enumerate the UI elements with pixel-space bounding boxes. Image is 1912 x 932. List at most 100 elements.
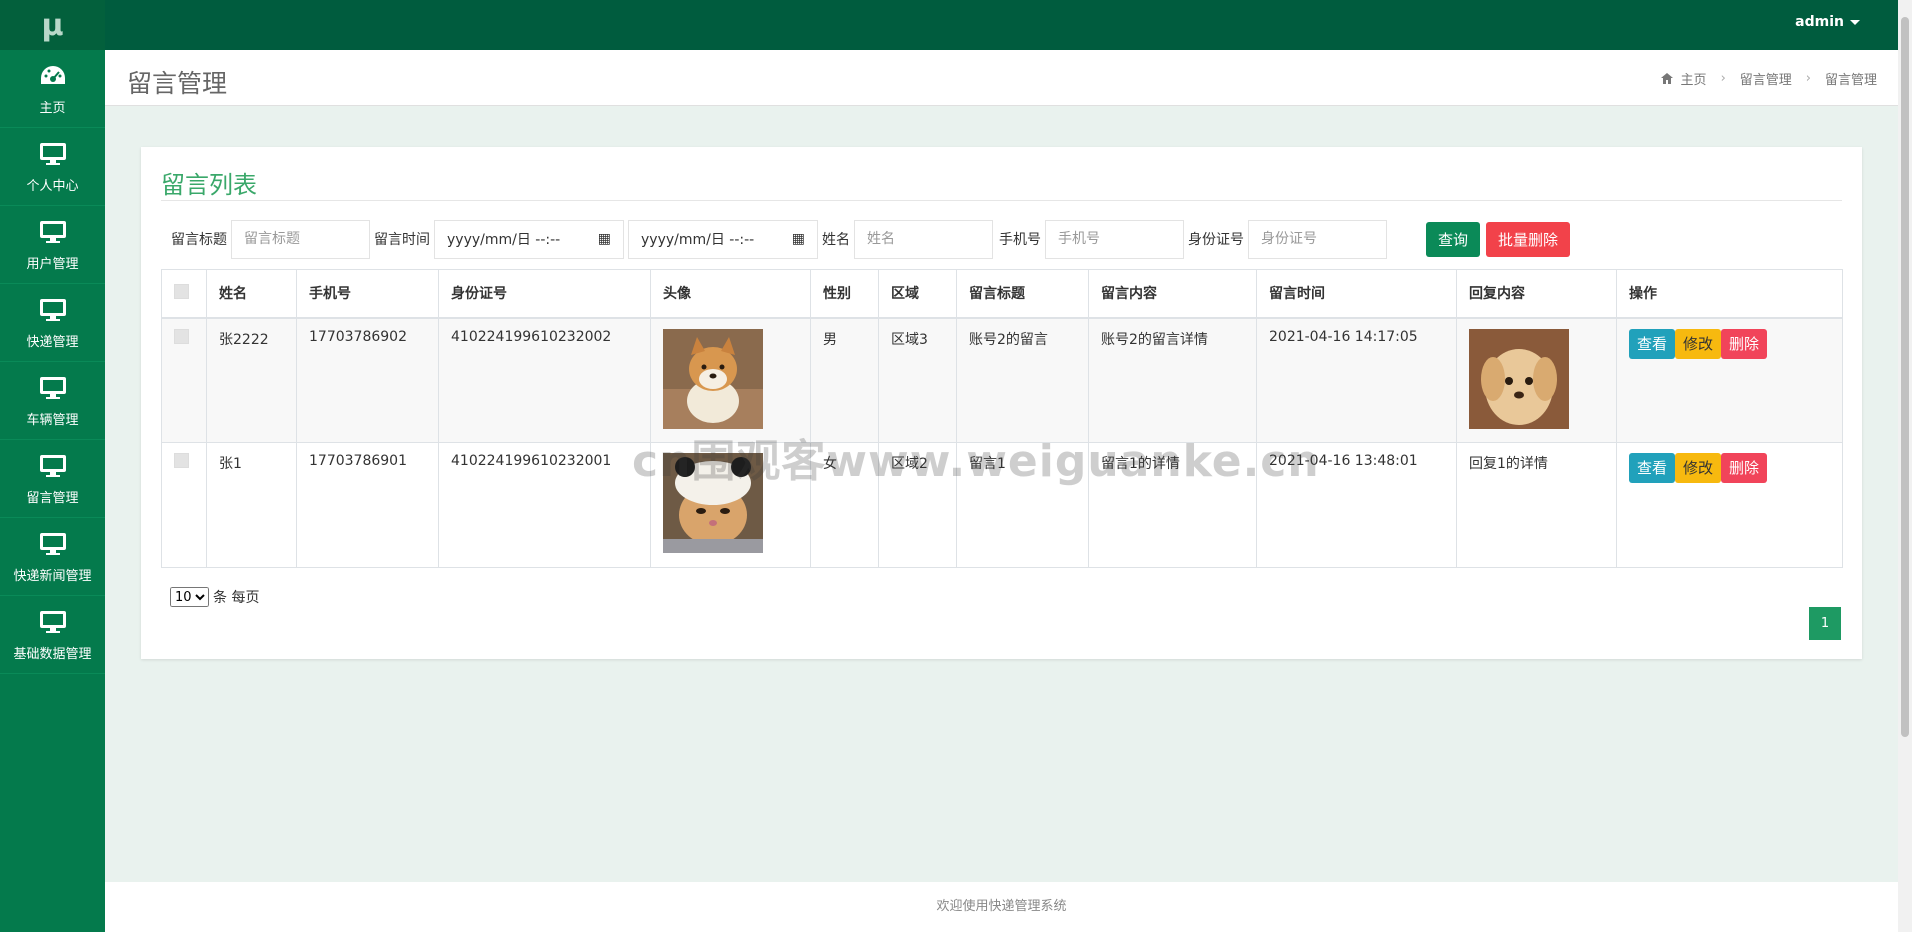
sidebar-item-profile[interactable]: 个人中心 — [0, 128, 105, 206]
user-name: admin — [1795, 14, 1844, 30]
breadcrumb-home[interactable]: 主页 — [1681, 69, 1707, 88]
sidebar-item-label: 快递新闻管理 — [13, 569, 92, 584]
cell-msg-title: 留言1 — [956, 442, 1089, 568]
message-table: 姓名 手机号 身份证号 头像 性别 区域 留言标题 留言内容 留言时间 回复内容… — [161, 269, 1843, 568]
cell-phone: 17703786901 — [296, 442, 439, 568]
monitor-icon — [38, 217, 68, 247]
view-button[interactable]: 查看 — [1629, 328, 1676, 359]
date-start-input[interactable]: yyyy/mm/日 --:-- ▦ — [434, 219, 624, 259]
sidebar-item-express[interactable]: 快递管理 — [0, 284, 105, 362]
filter-label-name: 姓名 — [822, 232, 850, 248]
cell-name: 张1 — [206, 442, 297, 568]
chevron-right-icon: › — [1805, 71, 1811, 86]
sidebar-item-basedata[interactable]: 基础数据管理 — [0, 596, 105, 674]
logo[interactable]: μ — [0, 0, 105, 50]
sidebar-item-label: 车辆管理 — [26, 413, 79, 428]
cell-msg-content: 留言1的详情 — [1088, 442, 1257, 568]
page-size-select[interactable]: 10 — [170, 587, 209, 607]
monitor-icon — [38, 373, 68, 403]
monitor-icon — [38, 529, 68, 559]
filter-label-title: 留言标题 — [171, 232, 227, 248]
monitor-icon — [38, 451, 68, 481]
user-menu[interactable]: admin — [1795, 14, 1860, 30]
avatar-image[interactable] — [663, 453, 763, 553]
sidebar-item-messages[interactable]: 留言管理 — [0, 440, 105, 518]
cell-msg-content: 账号2的留言详情 — [1088, 317, 1257, 443]
cell-area: 区域3 — [878, 317, 957, 443]
query-button[interactable]: 查询 — [1426, 221, 1481, 257]
sidebar-item-news[interactable]: 快递新闻管理 — [0, 518, 105, 596]
page-size-suffix: 条 每页 — [213, 590, 260, 606]
sidebar-item-users[interactable]: 用户管理 — [0, 206, 105, 284]
filter-bar: 留言标题 留言时间 yyyy/mm/日 --:-- ▦ yyyy/mm/日 --:… — [171, 219, 1571, 259]
sidebar-item-label: 基础数据管理 — [13, 647, 92, 662]
date-end-value: yyyy/mm/日 --:-- — [641, 232, 755, 248]
monitor-icon — [38, 295, 68, 325]
calendar-icon[interactable]: ▦ — [598, 231, 611, 247]
name-search-input[interactable] — [854, 219, 993, 259]
table-row: 张1 17703786901 410224199610232001 女 区域2 … — [161, 442, 1843, 568]
chevron-right-icon: › — [1720, 71, 1726, 86]
column-header: 手机号 — [296, 269, 439, 319]
cell-msg-title: 账号2的留言 — [956, 317, 1089, 443]
idcard-search-input[interactable] — [1248, 219, 1387, 259]
table-row: 张2222 17703786902 410224199610232002 男 区… — [161, 317, 1843, 443]
card-title: 留言列表 — [161, 171, 257, 199]
title-search-input[interactable] — [231, 219, 370, 259]
scrollbar-thumb[interactable] — [1901, 17, 1909, 737]
sidebar-item-label: 主页 — [39, 101, 66, 116]
filter-label-time: 留言时间 — [374, 232, 430, 248]
sidebar-item-label: 用户管理 — [26, 257, 79, 272]
scrollbar[interactable] — [1898, 0, 1912, 932]
select-all-checkbox[interactable] — [174, 283, 189, 299]
home-icon — [1660, 73, 1673, 84]
sidebar-item-vehicles[interactable]: 车辆管理 — [0, 362, 105, 440]
column-header: 性别 — [810, 269, 879, 319]
cell-gender: 女 — [810, 442, 879, 568]
sidebar-item-label: 快递管理 — [26, 335, 79, 350]
cell-gender: 男 — [810, 317, 879, 443]
sidebar: μ 主页 个人中心 用户管理 快递管理 车辆管理 留言管理 快递新闻管理 基础数… — [0, 0, 105, 932]
date-end-input[interactable]: yyyy/mm/日 --:-- ▦ — [628, 219, 818, 259]
sidebar-item-home[interactable]: 主页 — [0, 50, 105, 128]
filter-label-idcard: 身份证号 — [1188, 232, 1244, 248]
divider — [161, 200, 1842, 201]
cell-actions: 查看 修改 删除 — [1616, 317, 1843, 443]
dashboard-icon — [38, 61, 68, 91]
page-size-control: 10 条 每页 — [170, 587, 259, 607]
column-header: 操作 — [1616, 269, 1843, 319]
cell-actions: 查看 修改 删除 — [1616, 442, 1843, 568]
cell-phone: 17703786902 — [296, 317, 439, 443]
footer: 欢迎使用快递管理系统 — [105, 882, 1898, 932]
column-header: 回复内容 — [1456, 269, 1617, 319]
batch-delete-button[interactable]: 批量删除 — [1486, 221, 1571, 257]
calendar-icon[interactable]: ▦ — [792, 231, 805, 247]
delete-button[interactable]: 删除 — [1721, 328, 1768, 359]
monitor-icon — [38, 607, 68, 637]
edit-button[interactable]: 修改 — [1675, 453, 1722, 483]
reply-image[interactable] — [1469, 328, 1569, 429]
column-header: 留言标题 — [956, 269, 1089, 319]
sidebar-item-label: 留言管理 — [26, 491, 79, 506]
column-header: 姓名 — [206, 269, 297, 319]
phone-search-input[interactable] — [1045, 219, 1184, 259]
monitor-icon — [38, 139, 68, 169]
message-list-card: 留言列表 留言标题 留言时间 yyyy/mm/日 --:-- ▦ yyyy/mm/… — [141, 147, 1862, 659]
cell-idcard: 410224199610232002 — [438, 317, 651, 443]
cell-reply: 回复1的详情 — [1456, 442, 1617, 568]
cell-msg-time: 2021-04-16 14:17:05 — [1256, 317, 1457, 443]
topbar: admin — [105, 0, 1898, 50]
row-checkbox[interactable] — [174, 453, 189, 468]
breadcrumb-item[interactable]: 留言管理 — [1740, 69, 1792, 88]
cell-msg-time: 2021-04-16 13:48:01 — [1256, 442, 1457, 568]
page-header: 留言管理 主页 › 留言管理 › 留言管理 — [105, 50, 1898, 106]
delete-button[interactable]: 删除 — [1721, 453, 1768, 483]
edit-button[interactable]: 修改 — [1675, 328, 1722, 359]
row-checkbox[interactable] — [174, 328, 189, 344]
column-header: 身份证号 — [438, 269, 651, 319]
caret-down-icon — [1850, 19, 1860, 25]
page-number-button[interactable]: 1 — [1809, 607, 1841, 640]
avatar-image[interactable] — [663, 328, 763, 429]
cell-area: 区域2 — [878, 442, 957, 568]
view-button[interactable]: 查看 — [1629, 453, 1676, 483]
